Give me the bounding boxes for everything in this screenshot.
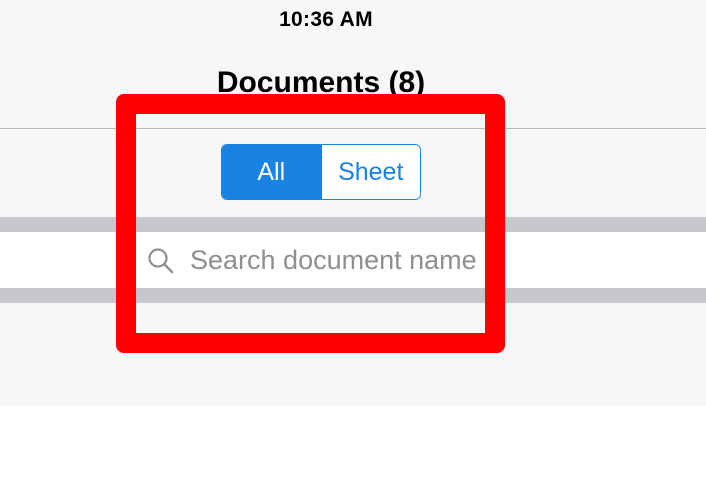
status-bar-time: 10:36 AM — [279, 8, 373, 31]
document-filter-segmented-control: All Sheet — [221, 144, 421, 200]
nav-divider — [0, 128, 706, 129]
search-input[interactable] — [190, 236, 490, 284]
segment-sheet[interactable]: Sheet — [320, 145, 420, 199]
header-area — [0, 0, 706, 406]
page-title: Documents (8) — [216, 66, 426, 99]
segment-all[interactable]: All — [222, 145, 321, 199]
search-icon — [148, 248, 174, 274]
